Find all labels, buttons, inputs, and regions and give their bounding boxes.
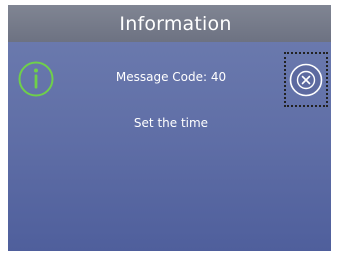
page-title: Information xyxy=(119,12,232,35)
information-screen: Information Message Code: 40 Set the tim… xyxy=(8,5,331,251)
close-button[interactable] xyxy=(284,52,328,107)
message-text: Set the time xyxy=(133,116,209,130)
info-icon xyxy=(18,61,54,97)
message-code: Message Code: 40 xyxy=(115,70,227,84)
close-circle-icon xyxy=(289,63,323,96)
title-bar: Information xyxy=(8,5,331,42)
